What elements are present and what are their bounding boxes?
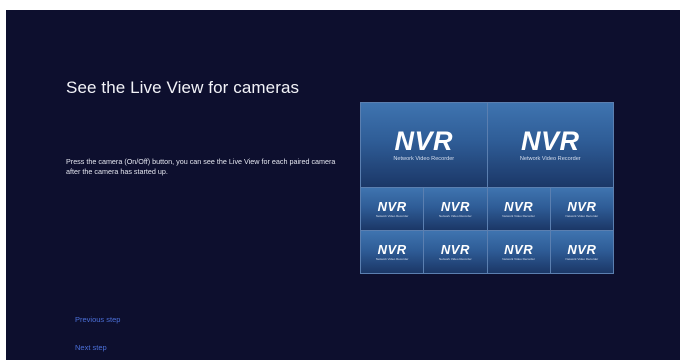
nvr-logo: NVR — [504, 242, 534, 257]
camera-tile-large: NVR Network Video Recorder — [361, 103, 487, 187]
camera-tile: NVR Network Video Recorder — [550, 188, 613, 230]
nvr-logo: NVR — [377, 199, 407, 214]
camera-tile: NVR Network Video Recorder — [487, 188, 550, 230]
nvr-logo: NVR — [440, 199, 470, 214]
nvr-logo-subtitle: Network Video Recorder — [439, 257, 472, 261]
nvr-logo: NVR — [440, 242, 470, 257]
camera-tile: NVR Network Video Recorder — [361, 188, 424, 230]
live-view-preview: NVR Network Video Recorder NVR Network V… — [360, 102, 614, 274]
nvr-logo-subtitle: Network Video Recorder — [393, 155, 455, 162]
nvr-logo-subtitle: Network Video Recorder — [502, 214, 535, 218]
previous-step-link[interactable]: Previous step — [75, 315, 120, 324]
instruction-text: Press the camera (On/Off) button, you ca… — [66, 157, 336, 176]
nvr-logo: NVR — [567, 242, 597, 257]
nvr-logo-subtitle: Network Video Recorder — [565, 214, 599, 218]
page-title: See the Live View for cameras — [66, 78, 300, 97]
nvr-logo: NVR — [394, 125, 453, 156]
camera-tile: NVR Network Video Recorder — [424, 188, 487, 230]
nvr-logo-subtitle: Network Video Recorder — [375, 214, 409, 218]
nvr-logo: NVR — [567, 199, 597, 214]
camera-tile-large: NVR Network Video Recorder — [487, 103, 613, 187]
nvr-logo: NVR — [504, 199, 534, 214]
camera-tile: NVR Network Video Recorder — [361, 231, 424, 273]
nvr-logo-subtitle: Network Video Recorder — [375, 257, 409, 261]
nvr-logo-subtitle: Network Video Recorder — [565, 257, 599, 261]
nvr-logo-subtitle: Network Video Recorder — [519, 155, 581, 162]
next-step-link[interactable]: Next step — [75, 343, 107, 352]
nvr-logo: NVR — [377, 242, 407, 257]
nvr-logo: NVR — [520, 125, 580, 156]
camera-tile: NVR Network Video Recorder — [550, 231, 613, 273]
nvr-logo-subtitle: Network Video Recorder — [502, 257, 535, 261]
setup-screen: See the Live View for cameras Press the … — [6, 10, 680, 360]
camera-tile: NVR Network Video Recorder — [487, 231, 550, 273]
page: See the Live View for cameras Press the … — [0, 0, 680, 360]
nvr-logo-subtitle: Network Video Recorder — [439, 214, 472, 218]
camera-tile: NVR Network Video Recorder — [424, 231, 487, 273]
